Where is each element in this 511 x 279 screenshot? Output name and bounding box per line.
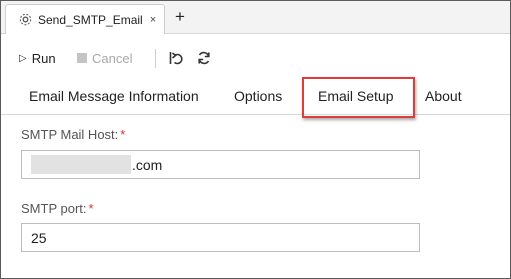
stop-icon — [77, 53, 87, 63]
window-frame: Send_SMTP_Email × + ▷ Run Cancel Email M… — [0, 0, 511, 279]
tab-options[interactable]: Options — [234, 88, 282, 104]
tab-strip: Send_SMTP_Email × + — [1, 1, 510, 34]
cancel-button[interactable]: Cancel — [77, 44, 132, 72]
smtp-host-label: SMTP Mail Host: * — [21, 127, 126, 142]
toolbar-divider — [155, 49, 156, 68]
play-icon: ▷ — [19, 52, 27, 64]
required-marker: * — [120, 127, 126, 142]
tab-send-smtp-email[interactable]: Send_SMTP_Email × — [5, 4, 165, 34]
smtp-host-value: .com — [132, 156, 163, 173]
toolbar: ▷ Run Cancel — [1, 44, 510, 72]
add-tab-button[interactable]: + — [175, 7, 185, 27]
redacted-text — [31, 155, 131, 174]
smtp-port-input[interactable]: 25 — [21, 223, 420, 252]
sub-tab-bar: Email Message Information Options Email … — [1, 83, 510, 115]
tab-email-setup[interactable]: Email Setup — [318, 88, 393, 104]
smtp-host-input[interactable]: .com — [21, 150, 420, 179]
cancel-label: Cancel — [92, 50, 133, 66]
workflow-icon — [18, 13, 32, 27]
run-label: Run — [31, 50, 56, 66]
smtp-port-value: 25 — [31, 229, 47, 246]
required-marker: * — [88, 201, 94, 216]
smtp-port-label: SMTP port: * — [21, 201, 94, 216]
undo-icon[interactable] — [168, 50, 184, 66]
tab-email-message-information[interactable]: Email Message Information — [29, 88, 199, 104]
run-button[interactable]: ▷ Run — [19, 44, 56, 72]
tab-label: Send_SMTP_Email — [38, 12, 143, 27]
tab-about[interactable]: About — [425, 88, 462, 104]
close-icon[interactable]: × — [150, 14, 156, 26]
refresh-icon[interactable] — [196, 50, 212, 66]
